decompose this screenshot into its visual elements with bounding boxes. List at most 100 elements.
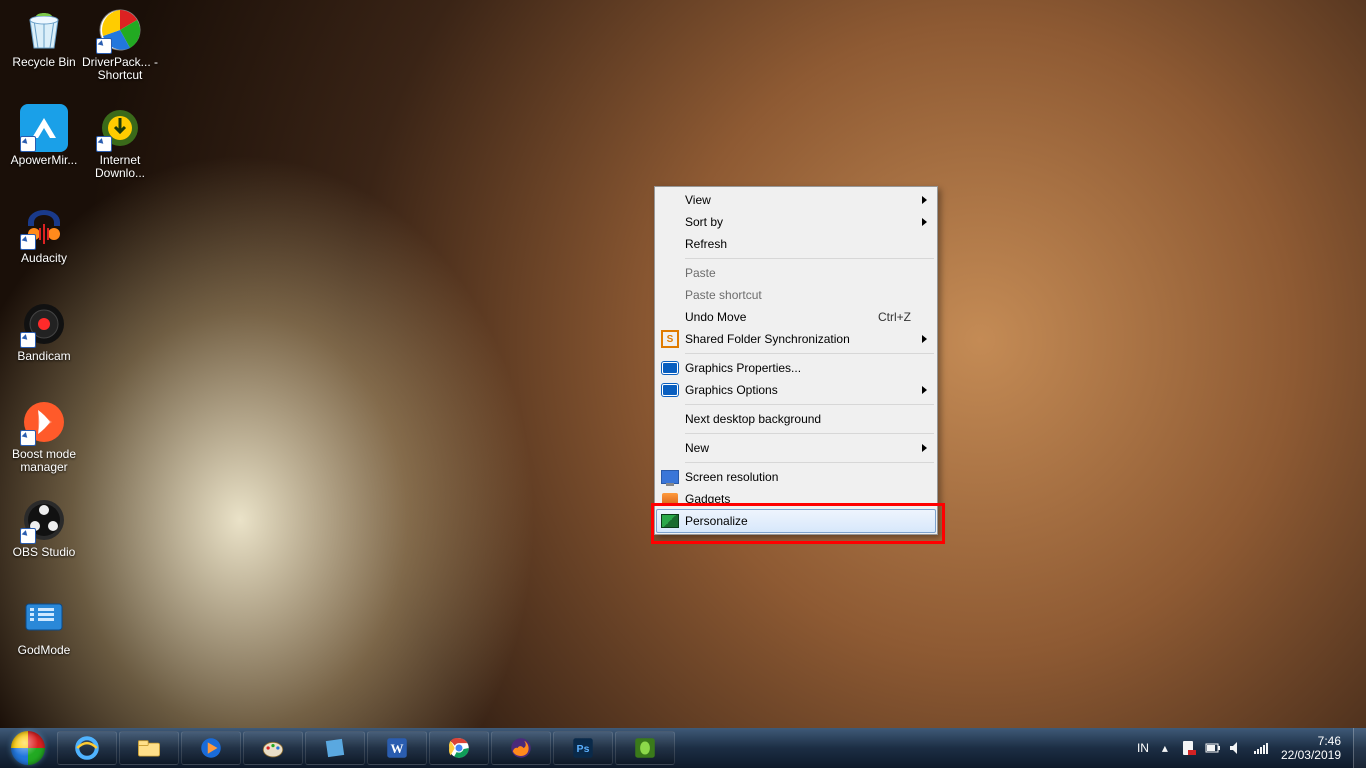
menu-item-graphics-properties[interactable]: Graphics Properties... [657,357,935,379]
show-desktop-button[interactable] [1353,728,1366,768]
menu-item-label: Graphics Properties... [683,361,935,375]
svg-text:Ps: Ps [577,743,590,755]
submenu-arrow-icon [922,444,927,452]
language-indicator[interactable]: IN [1137,741,1149,755]
system-tray: IN ▴ 7:46 22/03/2019 [1133,728,1353,768]
desktop-icon-label: OBS Studio [6,546,82,559]
taskbar-word[interactable]: W [367,731,427,765]
menu-item-next-desktop-background[interactable]: Next desktop background [657,408,935,430]
tray-action-center-icon[interactable] [1181,740,1197,756]
boostmode-icon [20,398,68,446]
shortcut-overlay-icon [20,332,36,348]
taskbar-wmp[interactable] [181,731,241,765]
menu-item-refresh[interactable]: Refresh [657,233,935,255]
menu-item-label: Shared Folder Synchronization [683,332,935,346]
desktop[interactable]: Recycle BinDriverPack... - Shortcut Apowe… [0,0,1366,768]
shortcut-overlay-icon [20,528,36,544]
menu-item-label: Screen resolution [683,470,935,484]
desktop-icon-obs[interactable]: OBS Studio [6,496,82,559]
taskbar-coreldraw[interactable] [615,731,675,765]
taskbar-chrome[interactable] [429,731,489,765]
intel-icon [661,361,679,375]
taskbar: W Ps IN ▴ 7:46 22/03/2019 [0,728,1366,768]
menu-item-screen-resolution[interactable]: Screen resolution [657,466,935,488]
driverpack-icon [96,6,144,54]
start-button[interactable] [0,728,56,768]
menu-item-paste-shortcut: Paste shortcut [657,284,935,306]
submenu-arrow-icon [922,335,927,343]
menu-separator [685,462,934,463]
desktop-icon-boostmode[interactable]: Boost mode manager [6,398,82,474]
tray-battery-icon[interactable] [1205,740,1221,756]
submenu-arrow-icon [922,218,927,226]
desktop-icon-bandicam[interactable]: Bandicam [6,300,82,363]
desktop-icon-godmode[interactable]: GodMode [6,594,82,657]
menu-item-label: New [683,441,935,455]
intel-icon [661,383,679,397]
desktop-icon-driverpack[interactable]: DriverPack... - Shortcut [82,6,158,82]
clock-time: 7:46 [1281,734,1341,748]
menu-item-label: Refresh [683,237,935,251]
taskbar-photoshop[interactable]: Ps [553,731,613,765]
tray-volume-icon[interactable] [1229,740,1245,756]
menu-item-label: View [683,193,935,207]
taskbar-explorer[interactable] [119,731,179,765]
menu-item-label: Sort by [683,215,935,229]
clock[interactable]: 7:46 22/03/2019 [1277,734,1349,762]
sfs-icon: S [661,330,679,348]
desktop-icon-audacity[interactable]: Audacity [6,202,82,265]
desktop-icon-label: DriverPack... - Shortcut [82,56,158,82]
desktop-icon-apowermirror[interactable]: ApowerMir... [6,104,82,167]
submenu-arrow-icon [922,386,927,394]
menu-item-paste: Paste [657,262,935,284]
desktop-icon-recycle-bin[interactable]: Recycle Bin [6,6,82,69]
shortcut-overlay-icon [96,38,112,54]
shortcut-overlay-icon [20,136,36,152]
taskbar-paint[interactable] [243,731,303,765]
taskbar-firefox[interactable] [491,731,551,765]
desktop-icon-label: Bandicam [6,350,82,363]
desktop-icon-label: Boost mode manager [6,448,82,474]
highlight-box [651,503,945,544]
desktop-icon-label: Internet Downlo... [82,154,158,180]
desktop-icon-label: GodMode [6,644,82,657]
submenu-arrow-icon [922,196,927,204]
menu-separator [685,353,934,354]
desktop-icon-idm[interactable]: Internet Downlo... [82,104,158,180]
menu-item-graphics-options[interactable]: Graphics Options [657,379,935,401]
menu-item-label: Paste shortcut [683,288,935,302]
shortcut-overlay-icon [20,234,36,250]
monitor-icon [661,470,679,484]
start-orb-icon [11,731,45,765]
tray-network-icon[interactable] [1253,740,1269,756]
shortcut-overlay-icon [96,136,112,152]
bandicam-icon [20,300,68,348]
menu-item-shared-folder-synchronization[interactable]: S Shared Folder Synchronization [657,328,935,350]
apowermirror-icon [20,104,68,152]
obs-icon [20,496,68,544]
menu-separator [685,433,934,434]
clock-date: 22/03/2019 [1281,748,1341,762]
menu-item-label: Graphics Options [683,383,935,397]
svg-text:W: W [391,741,404,756]
idm-icon [96,104,144,152]
menu-item-shortcut: Ctrl+Z [878,310,935,324]
recycle-bin-icon [20,6,68,54]
menu-item-label: Next desktop background [683,412,935,426]
menu-separator [685,404,934,405]
menu-item-undo-move[interactable]: Undo MoveCtrl+Z [657,306,935,328]
audacity-icon [20,202,68,250]
godmode-icon [20,594,68,642]
menu-item-view[interactable]: View [657,189,935,211]
menu-item-new[interactable]: New [657,437,935,459]
desktop-icon-label: Audacity [6,252,82,265]
menu-item-sort-by[interactable]: Sort by [657,211,935,233]
desktop-icon-label: ApowerMir... [6,154,82,167]
taskbar-stickynotes[interactable] [305,731,365,765]
menu-item-label: Undo Move [683,310,878,324]
desktop-context-menu: View Sort by Refresh Paste Paste shortcut Und… [654,186,938,535]
tray-show-hidden-icon[interactable]: ▴ [1157,740,1173,756]
menu-item-label: Paste [683,266,935,280]
desktop-icon-label: Recycle Bin [6,56,82,69]
taskbar-ie[interactable] [57,731,117,765]
